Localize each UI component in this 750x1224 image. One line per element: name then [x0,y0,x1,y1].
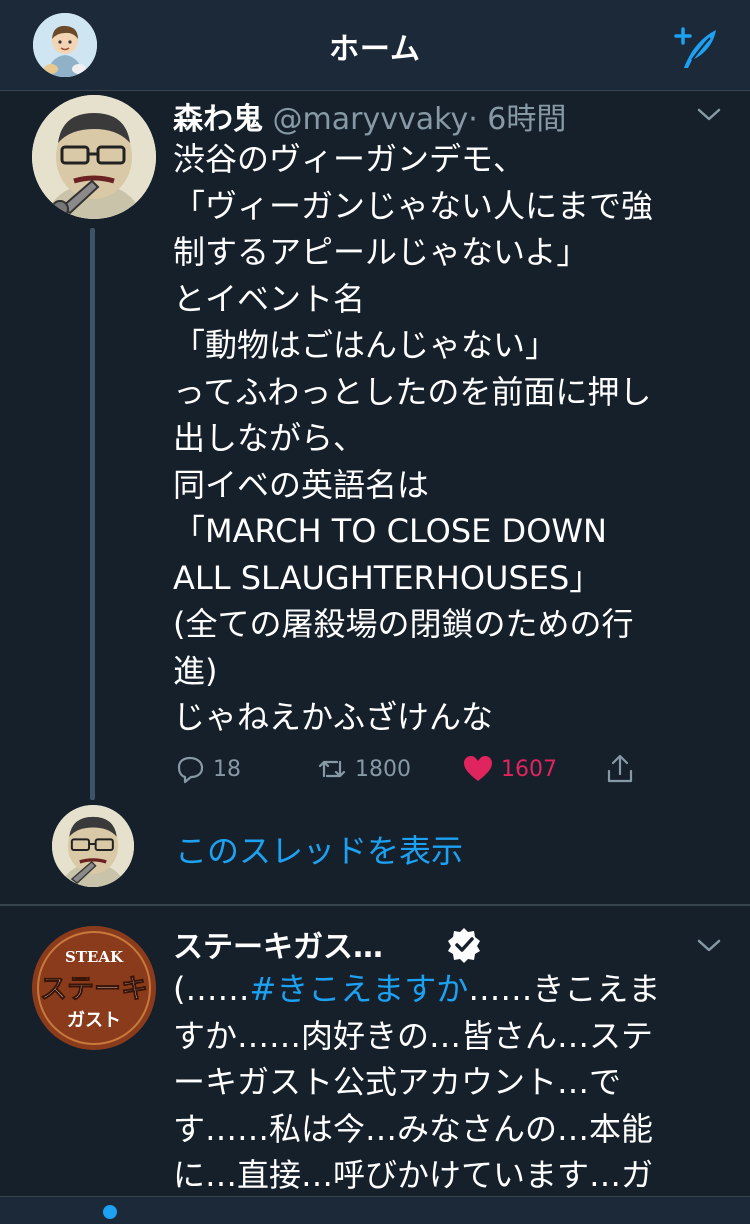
tweet-line: 出しながら、 [173,419,366,457]
compose-tweet-icon[interactable] [670,22,720,72]
tweet-actions: 18 1800 1607 [173,752,653,796]
tweet-header: ステーキガス… [173,922,383,966]
like-count: 1607 [501,756,557,782]
tweet-line: とイベント名 [173,279,366,318]
bottom-tab-bar [0,1196,750,1224]
tweet-line: 「動物はごはんじゃない」 [173,326,558,364]
tweet-divider [0,904,750,906]
tweet-header: 森わ鬼 @maryvvaky· 6時間 [173,94,566,138]
logo-text-bottom: ガスト [67,1010,121,1031]
chevron-down-icon[interactable] [696,104,722,124]
tweet-line: 「MARCH TO CLOSE DOWN [173,512,607,550]
text-segment: (…… [173,970,250,1008]
retweet-icon [318,760,346,778]
tweet-line: す……私は今…みなさんの…本能 [173,1109,654,1148]
hashtag-link[interactable]: #きこえますか [249,970,468,1008]
tweet-line: 渋谷のヴィーガンデモ、 [173,140,526,178]
tweet-line: に…直接…呼びかけています…ガ [173,1156,654,1194]
tweet-line: 「ヴィーガンじゃない人にまで強 [173,186,654,225]
tweet-line: 同イベの英語名は [173,465,430,504]
tweet-line: 進) [173,651,218,690]
logo-text-middle: ステーキ [40,974,148,1005]
author-name[interactable]: 森わ鬼 [173,102,263,137]
thread-author-avatar[interactable] [52,805,134,887]
retweet-button[interactable]: 1800 [315,752,411,786]
steak-gusto-logo[interactable]: STEAK ステーキ ガスト [32,926,156,1050]
share-icon [607,754,633,783]
tweet-time: · 6時間 [468,102,567,137]
thread-connector-line [90,228,95,800]
author-name[interactable]: ステーキガス… [173,930,383,965]
tweet-line: すか……肉好きの…皆さん…ステ [173,1016,654,1055]
show-thread-link[interactable]: このスレッドを表示 [175,826,463,872]
share-button[interactable] [603,752,637,786]
heart-icon [464,756,492,781]
tweet-text: (……#きこえますか……きこえま すか……肉好きの…皆さん…ステ ーキガスト公式… [173,966,718,1199]
tweet-line: ってふわっとしたのを前面に押し [173,372,652,411]
like-button[interactable]: 1607 [461,752,557,786]
retweet-count: 1800 [355,756,411,782]
text-segment: ……きこえま [468,970,661,1008]
chevron-down-icon[interactable] [696,935,722,955]
tweet-text: 渋谷のヴィーガンデモ、 「ヴィーガンじゃない人にまで強 制するアピールじゃないよ… [173,136,718,741]
home-tab-indicator-icon[interactable] [103,1205,117,1219]
reply-button[interactable]: 18 [173,752,241,786]
author-handle[interactable]: @maryvvaky [273,102,469,137]
top-navigation-bar: ホーム [0,0,750,91]
page-title: ホーム [328,32,422,67]
tweet-line: じゃねえかふざけんな [173,698,494,736]
tweet-line: ーキガスト公式アカウント…で [173,1063,622,1101]
verified-badge-icon [448,928,480,963]
logo-text-top: STEAK [65,948,124,966]
author-avatar[interactable] [32,95,156,219]
tweet-line: ALL SLAUGHTERHOUSES」 [173,558,602,597]
tweet-line: (……#きこえますか……きこえま [173,966,718,1013]
tweet-line: 制するアピールじゃないよ」 [173,233,589,271]
tweet-line: (全ての屠殺場の閉鎖のための行 [173,605,634,643]
reply-count: 18 [213,756,241,782]
reply-icon [177,756,204,784]
